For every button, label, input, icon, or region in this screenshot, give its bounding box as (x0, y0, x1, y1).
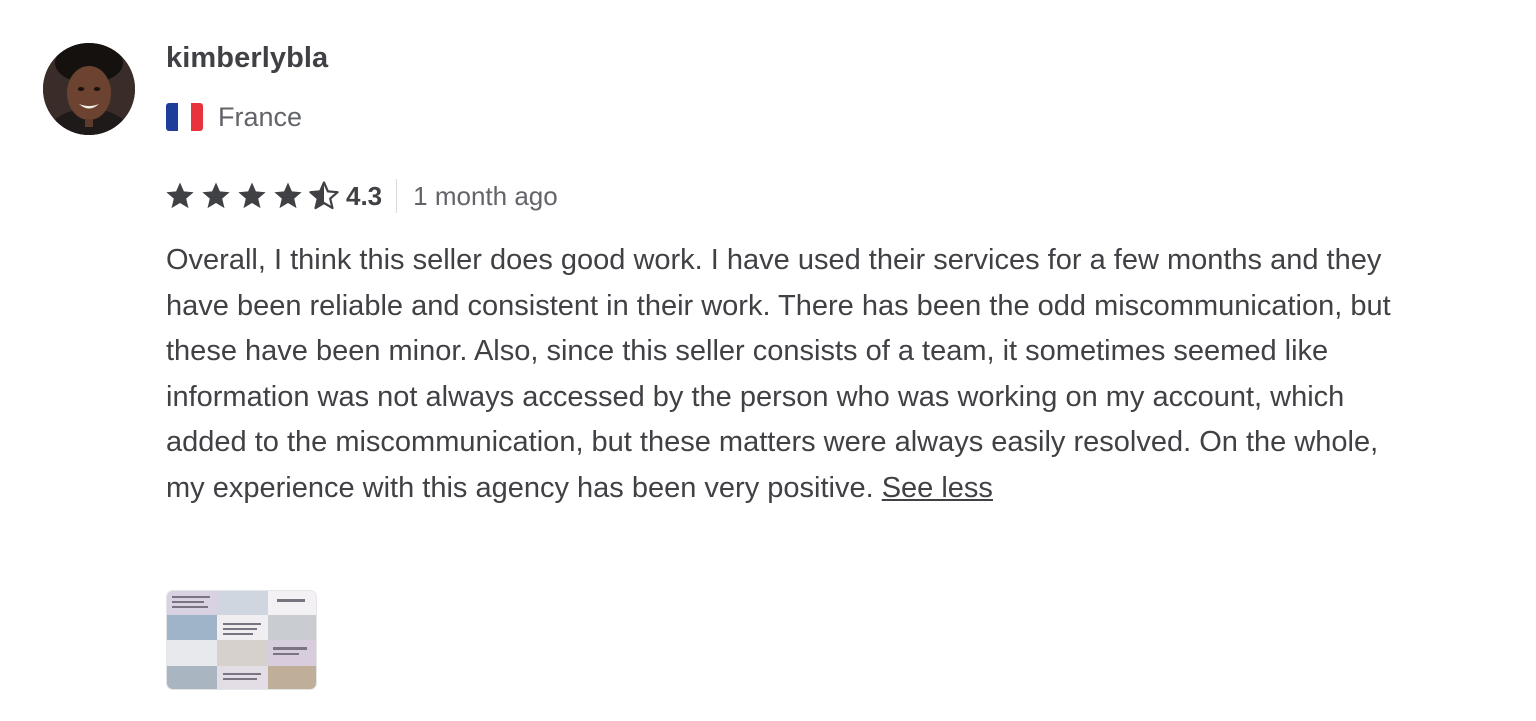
rating-score: 4.3 (346, 180, 383, 211)
reviewer-country-row: France (166, 101, 302, 133)
review-time: 1 month ago (413, 180, 558, 211)
review-body: Overall, I think this seller does good w… (166, 244, 1391, 504)
avatar[interactable] (43, 43, 135, 135)
star-full-icon (200, 180, 232, 212)
star-full-icon (236, 180, 268, 212)
reviewer-country: France (218, 101, 303, 132)
star-full-icon (272, 180, 304, 212)
star-full-icon (164, 180, 196, 212)
image-thumbnail-icon (167, 591, 316, 689)
france-flag-icon (166, 103, 203, 131)
star-half-icon (308, 180, 340, 212)
reviewer-username[interactable]: kimberlybla (166, 42, 328, 75)
review-card: kimberlybla France 4.3 1 month ago Overa… (0, 0, 1536, 721)
star-rating (164, 180, 344, 212)
flag-stripe-blue (166, 103, 179, 131)
flag-stripe-red (190, 103, 203, 131)
avatar-image (43, 43, 135, 135)
rating-row: 4.3 1 month ago (164, 177, 558, 215)
rating-divider (396, 179, 398, 213)
flag-stripe-white (178, 103, 191, 131)
see-less-link[interactable]: See less (882, 472, 993, 504)
attachment-thumbnail[interactable] (166, 590, 317, 690)
review-text: Overall, I think this seller does good w… (166, 238, 1396, 512)
